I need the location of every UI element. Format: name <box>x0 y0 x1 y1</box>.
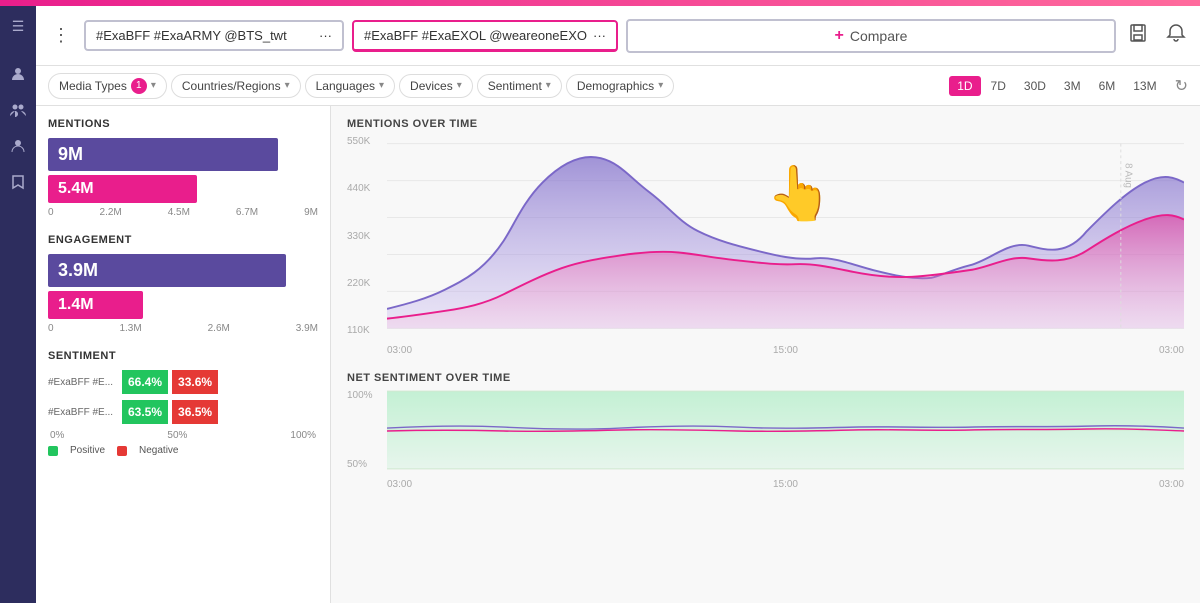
search-dots-1[interactable]: ··· <box>319 28 332 43</box>
compare-plus-icon: + <box>835 27 844 45</box>
sentiment-row-2: #ExaBFF #E... 63.5% 36.5% <box>48 400 318 424</box>
legend-negative-dot <box>117 446 127 456</box>
chevron-down-icon-5: ▾ <box>546 80 551 91</box>
mentions-chart-title: MENTIONS OVER TIME <box>347 118 1184 130</box>
main-content: ⋮ #ExaBFF #ExaARMY @BTS_twt ··· #ExaBFF … <box>36 6 1200 603</box>
filter-media-label: Media Types <box>59 79 127 93</box>
sidebar: ☰ <box>0 0 36 603</box>
legend-positive-label: Positive <box>70 445 105 456</box>
search-box-2[interactable]: #ExaBFF #ExaEXOL @weareoneEXO ··· <box>352 20 618 52</box>
mentions-bar-2: 5.4M <box>48 175 318 203</box>
filter-countries[interactable]: Countries/Regions ▾ <box>171 74 301 98</box>
legend-positive-dot <box>48 446 58 456</box>
engagement-bar-1: 3.9M <box>48 254 318 287</box>
sidebar-icon-profile[interactable] <box>0 128 36 164</box>
mentions-bar-1: 9M <box>48 138 318 171</box>
sent-pos-2: 63.5% <box>122 400 168 424</box>
engagement-value-2: 1.4M <box>48 291 143 319</box>
sentiment-section: SENTIMENT #ExaBFF #E... 66.4% 33.6% #Exa… <box>48 350 318 456</box>
filter-demographics-label: Demographics <box>577 79 654 93</box>
mentions-axis: 0 2.2M 4.5M 6.7M 9M <box>48 207 318 218</box>
filter-devices-label: Devices <box>410 79 453 93</box>
net-sentiment-chart: 100% 50% <box>347 390 1184 490</box>
bell-icon[interactable] <box>1162 19 1190 52</box>
filter-languages-label: Languages <box>316 79 375 93</box>
sent-label-1: #ExaBFF #E... <box>48 377 118 388</box>
save-button[interactable] <box>1124 19 1152 52</box>
sentiment-row-1: #ExaBFF #E... 66.4% 33.6% <box>48 370 318 394</box>
engagement-bar-2: 1.4M <box>48 291 318 319</box>
net-sentiment-title: NET SENTIMENT OVER TIME <box>347 372 1184 384</box>
mentions-value-1: 9M <box>48 138 278 171</box>
topbar: ⋮ #ExaBFF #ExaARMY @BTS_twt ··· #ExaBFF … <box>36 6 1200 66</box>
filter-languages[interactable]: Languages ▾ <box>305 74 395 98</box>
engagement-value-1: 3.9M <box>48 254 286 287</box>
mentions-value-2: 5.4M <box>48 175 197 203</box>
aug-label: 8 Aug <box>1123 163 1134 188</box>
search-dots-2[interactable]: ··· <box>593 28 606 43</box>
search-text-2: #ExaBFF #ExaEXOL @weareoneEXO <box>364 28 587 43</box>
top-accent-bar <box>0 0 1200 6</box>
net-x-axis: 03:00 15:00 03:00 <box>387 479 1184 490</box>
legend-negative-label: Negative <box>139 445 178 456</box>
sidebar-icon-user[interactable] <box>0 56 36 92</box>
chevron-down-icon-4: ▾ <box>457 80 462 91</box>
content-area: MENTIONS 9M 5.4M 0 2.2M 4.5M 6.7M 9M ENG… <box>36 106 1200 603</box>
filterbar: Media Types 1 ▾ Countries/Regions ▾ Lang… <box>36 66 1200 106</box>
compare-button[interactable]: + Compare <box>626 19 1116 53</box>
sentiment-legend: Positive Negative <box>48 445 318 456</box>
date-range-selector: 1D 7D 30D 3M 6M 13M ↻ <box>949 76 1188 96</box>
sent-pos-1: 66.4% <box>122 370 168 394</box>
search-text-1: #ExaBFF #ExaARMY @BTS_twt <box>96 28 287 43</box>
chevron-down-icon: ▾ <box>151 80 156 91</box>
sidebar-icon-bookmark[interactable] <box>0 164 36 200</box>
filter-demographics[interactable]: Demographics ▾ <box>566 74 674 98</box>
menu-dots[interactable]: ⋮ <box>46 21 76 50</box>
engagement-title: ENGAGEMENT <box>48 234 318 246</box>
topbar-actions <box>1124 19 1190 52</box>
refresh-icon[interactable]: ↻ <box>1175 76 1188 96</box>
filter-media-types[interactable]: Media Types 1 ▾ <box>48 73 167 99</box>
sidebar-icon-group[interactable] <box>0 92 36 128</box>
date-30d[interactable]: 30D <box>1016 76 1054 96</box>
filter-media-badge: 1 <box>131 78 147 94</box>
search-box-1[interactable]: #ExaBFF #ExaARMY @BTS_twt ··· <box>84 20 344 51</box>
mentions-chart-svg: 👆 8 Aug <box>387 136 1184 336</box>
date-6m[interactable]: 6M <box>1091 76 1124 96</box>
chevron-down-icon-2: ▾ <box>285 80 290 91</box>
left-panel: MENTIONS 9M 5.4M 0 2.2M 4.5M 6.7M 9M ENG… <box>36 106 331 603</box>
sentiment-axis: 0% 50% 100% <box>48 430 318 441</box>
chevron-down-icon-3: ▾ <box>379 80 384 91</box>
sidebar-icon-menu[interactable]: ☰ <box>0 8 36 44</box>
filter-sentiment[interactable]: Sentiment ▾ <box>477 74 562 98</box>
mentions-section: MENTIONS 9M 5.4M 0 2.2M 4.5M 6.7M 9M <box>48 118 318 218</box>
filter-sentiment-label: Sentiment <box>488 79 542 93</box>
date-7d[interactable]: 7D <box>983 76 1014 96</box>
date-1d[interactable]: 1D <box>949 76 980 96</box>
net-y-axis: 100% 50% <box>347 390 387 470</box>
date-13m[interactable]: 13M <box>1125 76 1164 96</box>
engagement-section: ENGAGEMENT 3.9M 1.4M 0 1.3M 2.6M 3.9M <box>48 234 318 334</box>
engagement-axis: 0 1.3M 2.6M 3.9M <box>48 323 318 334</box>
mentions-x-axis: 03:00 15:00 03:00 <box>387 345 1184 356</box>
net-sentiment-svg <box>387 390 1184 470</box>
filter-devices[interactable]: Devices ▾ <box>399 74 473 98</box>
mentions-y-axis: 550K 440K 330K 220K 110K <box>347 136 387 336</box>
mentions-chart: 550K 440K 330K 220K 110K <box>347 136 1184 356</box>
right-panel: MENTIONS OVER TIME 550K 440K 330K 220K 1… <box>331 106 1200 603</box>
filter-countries-label: Countries/Regions <box>182 79 281 93</box>
cursor-hand: 👆 <box>766 163 833 224</box>
date-3m[interactable]: 3M <box>1056 76 1089 96</box>
sent-neg-1: 33.6% <box>172 370 218 394</box>
chevron-down-icon-6: ▾ <box>658 80 663 91</box>
compare-label: Compare <box>850 28 908 44</box>
sent-neg-2: 36.5% <box>172 400 218 424</box>
sent-label-2: #ExaBFF #E... <box>48 407 118 418</box>
sentiment-title: SENTIMENT <box>48 350 318 362</box>
mentions-title: MENTIONS <box>48 118 318 130</box>
